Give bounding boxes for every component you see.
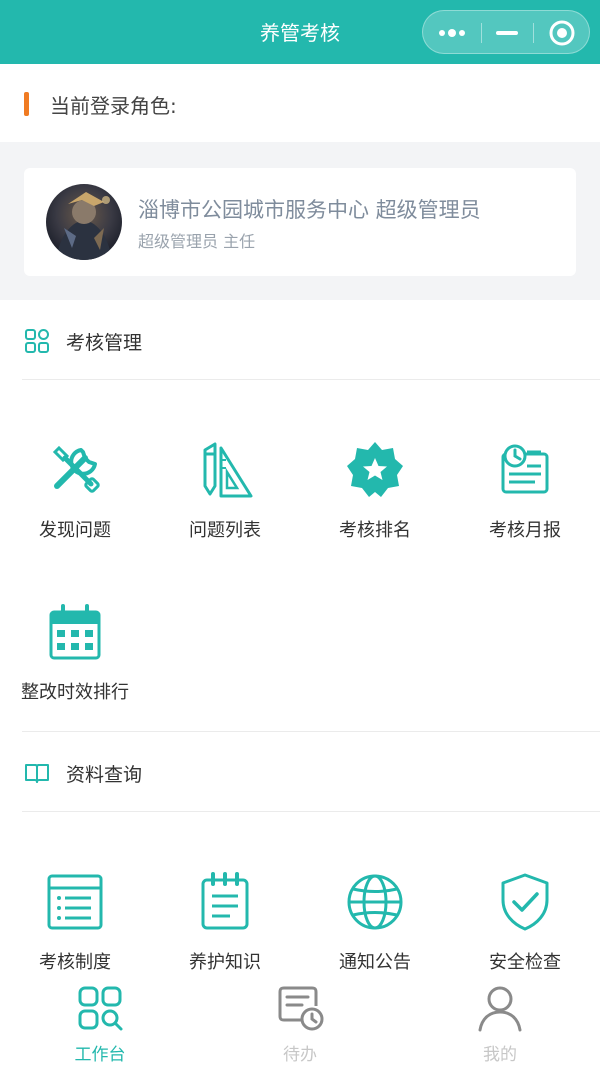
divider [22,379,600,380]
grid-item-label: 整改时效排行 [21,682,129,703]
tab-todo[interactable]: 待办 [200,976,400,1066]
shield-check-icon [501,873,549,931]
user-name: 淄博市公园城市服务中心 超级管理员 [138,198,481,222]
grid-item-label: 养护知识 [189,952,261,973]
grid-item-assessment-ranking[interactable]: 考核排名 [300,440,450,590]
grid-apps-icon [25,329,49,353]
globe-icon [347,874,403,930]
grid-item-monthly-report[interactable]: 考核月报 [450,440,600,590]
workbench-icon [78,986,123,1031]
minimize-button[interactable] [481,11,533,55]
document-list-icon [47,874,103,930]
close-mini-program-button[interactable] [533,11,591,55]
target-close-icon [549,20,575,46]
user-icon [478,986,522,1032]
star-badge-icon [347,442,403,497]
minimize-icon [496,31,518,35]
role-marker [24,92,29,116]
title-bar: 养管考核 [0,0,600,64]
grid-item-rectification-ranking[interactable]: 整改时效排行 [0,602,150,752]
section-assessment-header: 考核管理 [0,300,600,380]
pencil-ruler-icon [203,442,253,498]
tab-workbench[interactable]: 工作台 [0,976,200,1066]
user-role: 超级管理员 主任 [138,232,256,251]
section-title: 资料查询 [66,764,143,786]
notepad-icon [201,872,249,930]
book-icon [25,764,49,783]
grid-item-label: 考核月报 [489,520,561,541]
more-menu-button[interactable] [423,11,481,55]
grid-item-label: 通知公告 [339,952,411,973]
tools-icon [52,445,100,493]
more-dots-icon [439,29,465,37]
tab-label: 待办 [283,1045,317,1065]
grid-item-label: 问题列表 [189,520,261,541]
tab-mine[interactable]: 我的 [400,976,600,1066]
mini-program-capsule [422,10,590,54]
bottom-tab-bar: 工作台 待办 我的 [0,976,600,1066]
todo-clock-icon [278,986,324,1031]
grid-item-label: 考核制度 [39,952,111,973]
role-row: 当前登录角色: [0,64,600,142]
grid-item-problem-list[interactable]: 问题列表 [150,440,300,590]
tab-label: 工作台 [74,1045,126,1065]
grid-item-label: 考核排名 [339,520,411,541]
grid-item-find-problem[interactable]: 发现问题 [0,440,150,590]
section-title: 考核管理 [66,332,143,354]
tab-label: 我的 [483,1045,517,1065]
user-card[interactable]: 淄博市公园城市服务中心 超级管理员 超级管理员 主任 [24,168,576,276]
divider [22,811,600,812]
grid-item-label: 安全检查 [489,952,561,973]
report-clipboard-icon [501,444,549,494]
grid-item-label: 发现问题 [39,520,111,541]
role-label: 当前登录角色: [50,94,177,118]
avatar [46,184,122,260]
calendar-icon [49,604,101,660]
section-resources-header: 资料查询 [0,732,600,812]
